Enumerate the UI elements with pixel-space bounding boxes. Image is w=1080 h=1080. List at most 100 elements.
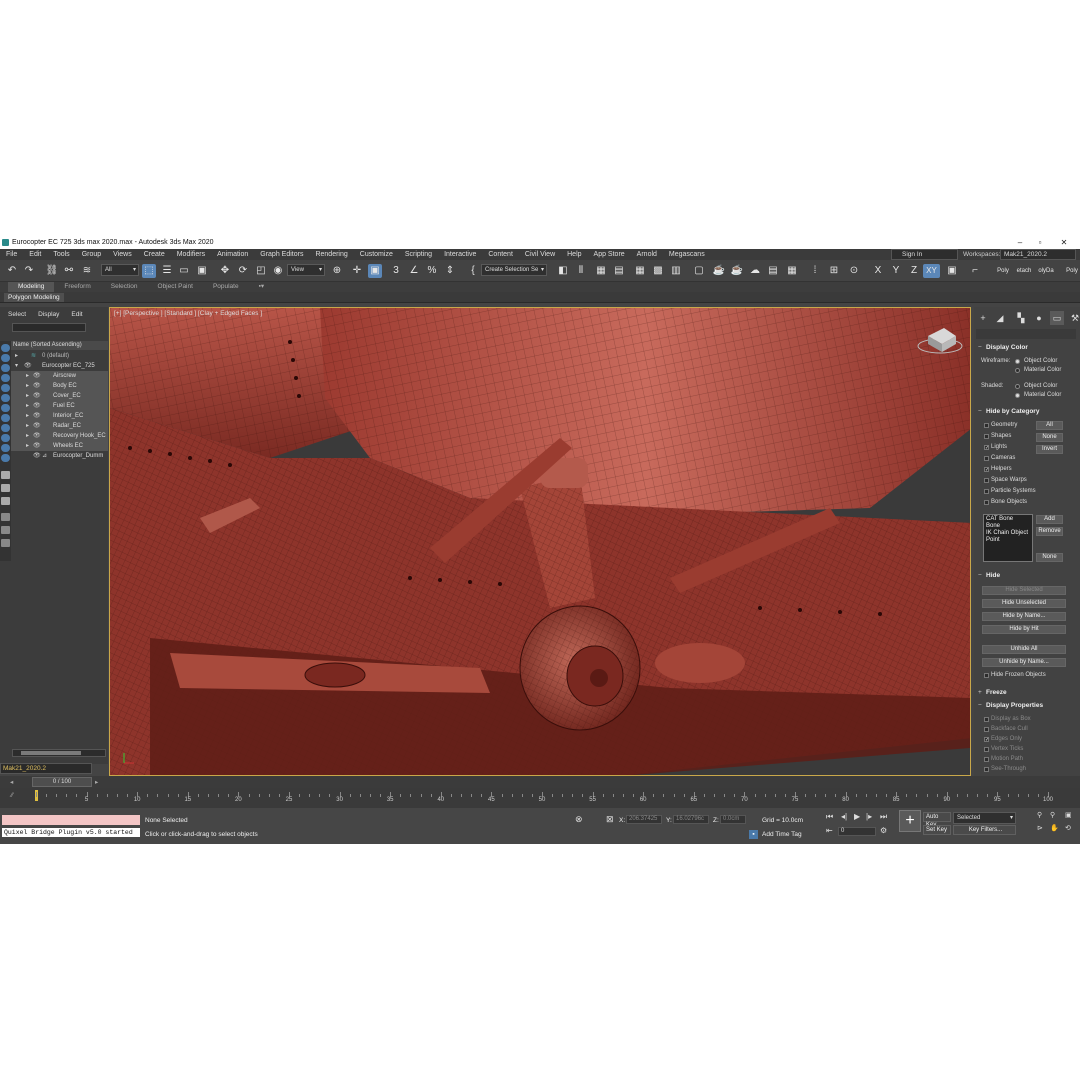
zoom-icon[interactable]: ⚲ xyxy=(1037,811,1042,819)
menu-group[interactable]: Group xyxy=(76,249,107,260)
snaps-toggle-icon[interactable]: 3 xyxy=(389,264,403,278)
geometry-checkbox[interactable] xyxy=(984,423,989,428)
axis-y-button[interactable]: Y xyxy=(889,264,903,278)
list-item[interactable]: Point xyxy=(986,537,1030,544)
wireframe-material-color-radio[interactable] xyxy=(1015,368,1020,373)
menu-file[interactable]: File xyxy=(0,249,23,260)
schematic-view-icon[interactable]: ▩ xyxy=(651,264,665,278)
bone-objects-checkbox[interactable] xyxy=(984,500,989,505)
axis-xy-button[interactable]: XY xyxy=(923,264,940,278)
list-item[interactable]: ▸ 👁 Wheels EC xyxy=(11,441,108,451)
rollout-hide[interactable]: Hide xyxy=(977,571,1077,581)
tab-modeling[interactable]: Modeling xyxy=(8,282,55,292)
filter-spacewarps-icon[interactable] xyxy=(1,394,10,402)
x-coordinate-field[interactable]: 206.37425 xyxy=(626,815,662,824)
shapes-checkbox[interactable] xyxy=(984,434,989,439)
menu-interactive[interactable]: Interactive xyxy=(438,249,482,260)
link-icon[interactable]: ⛓ xyxy=(45,264,59,278)
viewport-label[interactable]: [+] [Perspective ] [Standard ] [Clay + E… xyxy=(114,310,262,317)
menu-tools[interactable]: Tools xyxy=(47,249,75,260)
window-crossing-icon[interactable]: ▣ xyxy=(195,264,209,278)
menu-customize[interactable]: Customize xyxy=(354,249,399,260)
ribbon-tab-detach[interactable]: etach xyxy=(1014,264,1034,278)
filter-frozen-icon[interactable] xyxy=(1,444,10,452)
perspective-viewport[interactable]: [+] [Perspective ] [Standard ] [Clay + E… xyxy=(109,307,971,776)
placement-icon[interactable]: ◉ xyxy=(271,264,285,278)
tab-object-paint[interactable]: Object Paint xyxy=(148,282,203,292)
scene-explorer-icon[interactable]: ▤ xyxy=(612,264,626,278)
rendered-frame-icon[interactable]: ☕ xyxy=(712,264,726,278)
keyboard-shortcut-override-icon[interactable]: ▣ xyxy=(368,264,382,278)
workspaces-dropdown[interactable]: Mak21_2020.2 xyxy=(1000,249,1076,260)
list-item[interactable]: ▸ 👁 Airscrew xyxy=(11,371,108,381)
edit-named-selection-icon[interactable]: { xyxy=(466,264,480,278)
eye-icon[interactable]: 👁 xyxy=(33,411,41,421)
render-preset-icon[interactable]: ▣ xyxy=(945,264,959,278)
fov-icon[interactable]: ⊳ xyxy=(1037,824,1043,832)
layer-explorer-icon[interactable]: ▦ xyxy=(594,264,608,278)
filter-hidden-icon[interactable] xyxy=(1,454,10,462)
eye-icon[interactable]: 👁 xyxy=(33,441,41,451)
expand-arrow-icon[interactable]: ▸ xyxy=(26,421,29,431)
explorer-menu-display[interactable]: Display xyxy=(34,310,63,320)
add-time-tag-button[interactable]: Add Time Tag xyxy=(762,831,802,838)
menu-civil-view[interactable]: Civil View xyxy=(519,249,561,260)
rotate-icon[interactable]: ⟳ xyxy=(236,264,250,278)
ribbon-tab-polydata[interactable]: olyDa xyxy=(1036,264,1056,278)
maximize-icon[interactable]: ▫ xyxy=(1031,236,1049,249)
find-icon[interactable] xyxy=(1,513,10,521)
cameras-checkbox[interactable] xyxy=(984,456,989,461)
auto-key-button[interactable]: Auto Key xyxy=(923,812,951,828)
undo-icon[interactable]: ↶ xyxy=(5,264,19,278)
expand-arrow-icon[interactable]: ▸ xyxy=(26,381,29,391)
menu-megascans[interactable]: Megascans xyxy=(663,249,711,260)
render-cloud-icon[interactable]: ☁ xyxy=(748,264,762,278)
rollout-display-color[interactable]: Display Color xyxy=(977,343,1077,353)
list-item[interactable]: ▸ 👁 Interior_EC xyxy=(11,411,108,421)
motion-path-checkbox[interactable] xyxy=(984,757,989,762)
menu-edit[interactable]: Edit xyxy=(23,249,47,260)
render-setup-icon[interactable]: ▢ xyxy=(692,264,706,278)
zoom-all-icon[interactable]: ⚲ xyxy=(1050,811,1055,819)
mirror-icon[interactable]: ◧ xyxy=(556,264,570,278)
tab-selection[interactable]: Selection xyxy=(101,282,148,292)
ribbon-tab-poly2[interactable]: Poly xyxy=(1062,264,1080,278)
grid-icon[interactable]: ⊞ xyxy=(827,264,841,278)
modify-tab-icon[interactable]: ◢ xyxy=(993,311,1007,325)
time-slider-prev-icon[interactable]: ◂ xyxy=(10,778,13,786)
rollout-freeze[interactable]: Freeze xyxy=(977,688,1077,698)
expand-arrow-icon[interactable]: ▸ xyxy=(15,351,18,361)
angle-snap-icon[interactable]: ∠ xyxy=(407,264,421,278)
menu-views[interactable]: Views xyxy=(107,249,138,260)
eye-icon[interactable]: 👁 xyxy=(33,401,41,411)
hide-unselected-button[interactable]: Hide Unselected xyxy=(982,599,1066,608)
maxscript-listener-input[interactable] xyxy=(2,815,140,825)
menu-help[interactable]: Help xyxy=(561,249,587,260)
display-tab-icon[interactable]: ▭ xyxy=(1050,311,1064,325)
category-all-button[interactable]: All xyxy=(1036,421,1063,430)
wireframe-object-color-radio[interactable] xyxy=(1015,359,1020,364)
list-item[interactable]: ▸ 👁 Body EC xyxy=(11,381,108,391)
graph-editor-icon[interactable]: ▦ xyxy=(633,264,647,278)
key-filters-button[interactable]: Key Filters... xyxy=(953,825,1016,835)
list-item[interactable]: ▾ 👁 Eurocopter EC_725 xyxy=(11,361,108,371)
list-item[interactable]: 👁 ⊿ Eurocopter_Dumm xyxy=(11,451,108,461)
play-icon[interactable]: ▶ xyxy=(854,812,860,821)
menu-modifiers[interactable]: Modifiers xyxy=(171,249,211,260)
y-coordinate-field[interactable]: 16.02796c xyxy=(673,815,709,824)
time-slider-knob[interactable]: 0 / 100 xyxy=(32,777,92,787)
menu-content[interactable]: Content xyxy=(482,249,519,260)
axis-x-button[interactable]: X xyxy=(871,264,885,278)
filter-cameras-icon[interactable] xyxy=(1,374,10,382)
curve-editor-toggle-icon[interactable]: ⁄⁄ xyxy=(11,792,13,799)
list-item[interactable]: ▸ 👁 Cover_EC xyxy=(11,391,108,401)
orbit-icon[interactable]: ⟲ xyxy=(1065,824,1071,832)
unhide-by-name-button[interactable]: Unhide by Name... xyxy=(982,658,1066,667)
gizmo-icon[interactable]: ⊙ xyxy=(847,264,861,278)
lights-checkbox[interactable]: ✓ xyxy=(984,445,989,451)
helpers-checkbox[interactable]: ✓ xyxy=(984,467,989,473)
menu-arnold[interactable]: Arnold xyxy=(631,249,663,260)
key-mode-icon[interactable]: ⇤ xyxy=(826,826,833,835)
sign-in-dropdown[interactable]: Sign In xyxy=(891,249,958,260)
filter-invert-icon[interactable] xyxy=(1,497,10,505)
